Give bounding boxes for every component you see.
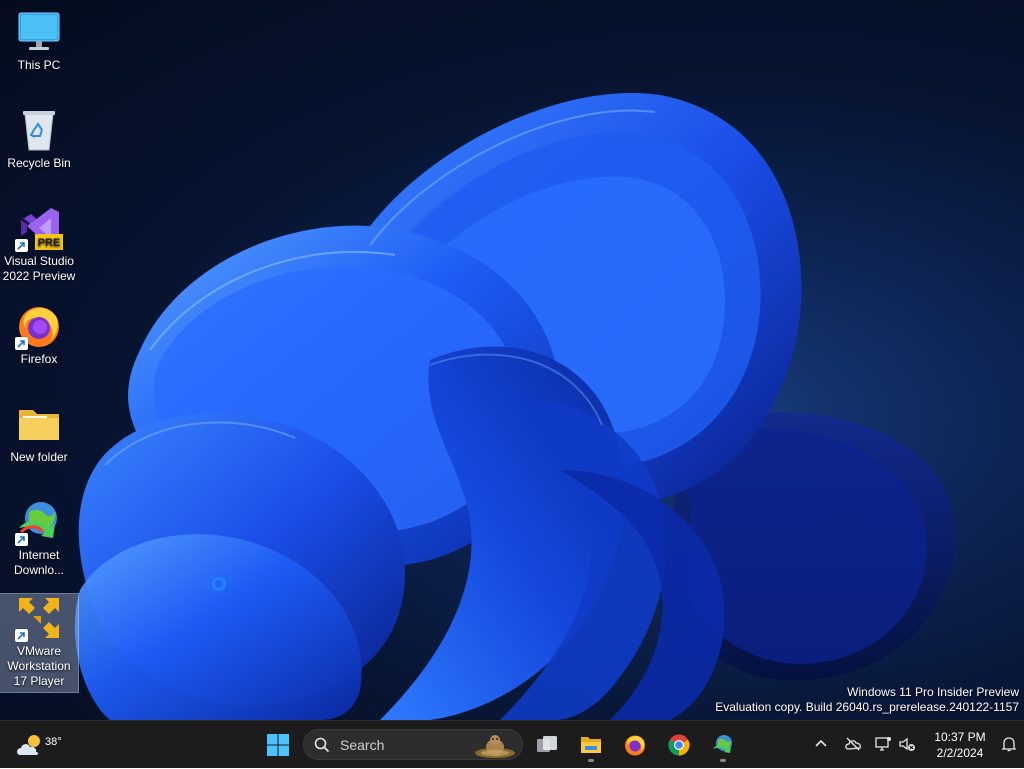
network-status-button[interactable]	[874, 735, 892, 753]
search-icon	[314, 737, 330, 753]
desktop-icon-label: Visual Studio 2022 Preview	[2, 254, 76, 283]
desktop-icon-visual-studio-2022-preview[interactable]: PRE Visual Studio 2022 Preview	[0, 204, 78, 284]
evaluation-watermark: Windows 11 Pro Insider Preview Evaluatio…	[715, 685, 1019, 715]
task-view-button[interactable]	[529, 727, 565, 763]
desktop-icon-label: Internet Downlo...	[13, 548, 65, 577]
firefox-icon	[625, 735, 645, 756]
desktop-icon-firefox[interactable]: Firefox	[0, 302, 78, 367]
cloud-off-icon	[845, 737, 861, 751]
search-placeholder: Search	[340, 737, 385, 753]
desktop-icon-recycle-bin[interactable]: Recycle Bin	[0, 106, 78, 171]
busy-cursor-icon	[212, 577, 226, 591]
desktop-icon-label: Recycle Bin	[7, 156, 71, 170]
show-hidden-icons-button[interactable]	[812, 735, 830, 753]
system-tray: 10:37 PM 2/2/2024	[804, 721, 1024, 769]
shortcut-arrow-icon	[15, 533, 28, 546]
folder-icon	[15, 400, 63, 448]
desktop-icon-label: Firefox	[20, 352, 58, 366]
internet-download-manager-icon	[15, 498, 63, 546]
weather-temperature: 38°	[45, 736, 62, 748]
desktop-icon-label: This PC	[17, 58, 61, 72]
taskbar-clock[interactable]: 10:37 PM 2/2/2024	[928, 729, 992, 761]
volume-status-button[interactable]	[898, 735, 916, 753]
recycle-bin-icon	[15, 106, 63, 154]
task-view-icon	[537, 736, 557, 752]
taskbar: 38° Search 10:37 PM 2/2/2024	[0, 720, 1024, 768]
notifications-button[interactable]	[1000, 735, 1018, 753]
internet-download-manager-icon	[713, 735, 732, 753]
shortcut-arrow-icon	[15, 337, 28, 350]
shortcut-arrow-icon	[15, 629, 28, 642]
partly-cloudy-icon	[17, 735, 40, 755]
onedrive-status-button[interactable]	[844, 735, 862, 753]
shortcut-arrow-icon	[15, 239, 28, 252]
windows-logo-icon	[267, 734, 289, 756]
start-button[interactable]	[260, 727, 296, 763]
clock-date: 2/2/2024	[936, 746, 984, 760]
file-explorer-button[interactable]	[573, 727, 609, 763]
watermark-edition: Windows 11 Pro Insider Preview	[847, 685, 1019, 699]
desktop-icon-label: New folder	[10, 450, 68, 464]
running-indicator	[588, 759, 594, 762]
watermark-build: Evaluation copy. Build 26040.rs_prerelea…	[715, 700, 1019, 714]
idm-taskbar-button[interactable]	[705, 727, 741, 763]
network-disconnected-icon	[875, 737, 891, 751]
wallpaper-bloom	[0, 0, 1024, 720]
monitor-icon	[15, 8, 63, 56]
running-indicator	[720, 759, 726, 762]
desktop-icon-internet-download-manager[interactable]: Internet Downlo...	[0, 498, 78, 578]
desktop-icon-this-pc[interactable]: This PC	[0, 8, 78, 73]
vmware-player-icon	[15, 594, 63, 642]
desktop-icon-new-folder[interactable]: New folder	[0, 400, 78, 465]
desktop-icon-label: VMware Workstation 17 Player	[7, 644, 71, 688]
file-explorer-icon	[581, 737, 601, 753]
clock-time: 10:37 PM	[934, 730, 986, 744]
chevron-up-icon	[815, 739, 827, 747]
weather-widget[interactable]: 38°	[14, 729, 62, 761]
desktop-icon-vmware-workstation-17-player[interactable]: VMware Workstation 17 Player	[0, 593, 79, 693]
search-highlight-groundhog-icon	[475, 735, 515, 758]
firefox-taskbar-button[interactable]	[617, 727, 653, 763]
chrome-icon	[668, 734, 690, 756]
desktop[interactable]: This PC Recycle Bin PRE Visual Studio 20…	[0, 0, 1024, 720]
pre-badge: PRE	[38, 237, 61, 249]
firefox-icon	[15, 302, 63, 350]
speaker-muted-icon	[899, 737, 915, 751]
visual-studio-preview-icon: PRE	[15, 204, 63, 252]
taskbar-search-box[interactable]: Search	[303, 729, 523, 760]
bell-icon	[1001, 737, 1017, 752]
chrome-taskbar-button[interactable]	[661, 727, 697, 763]
